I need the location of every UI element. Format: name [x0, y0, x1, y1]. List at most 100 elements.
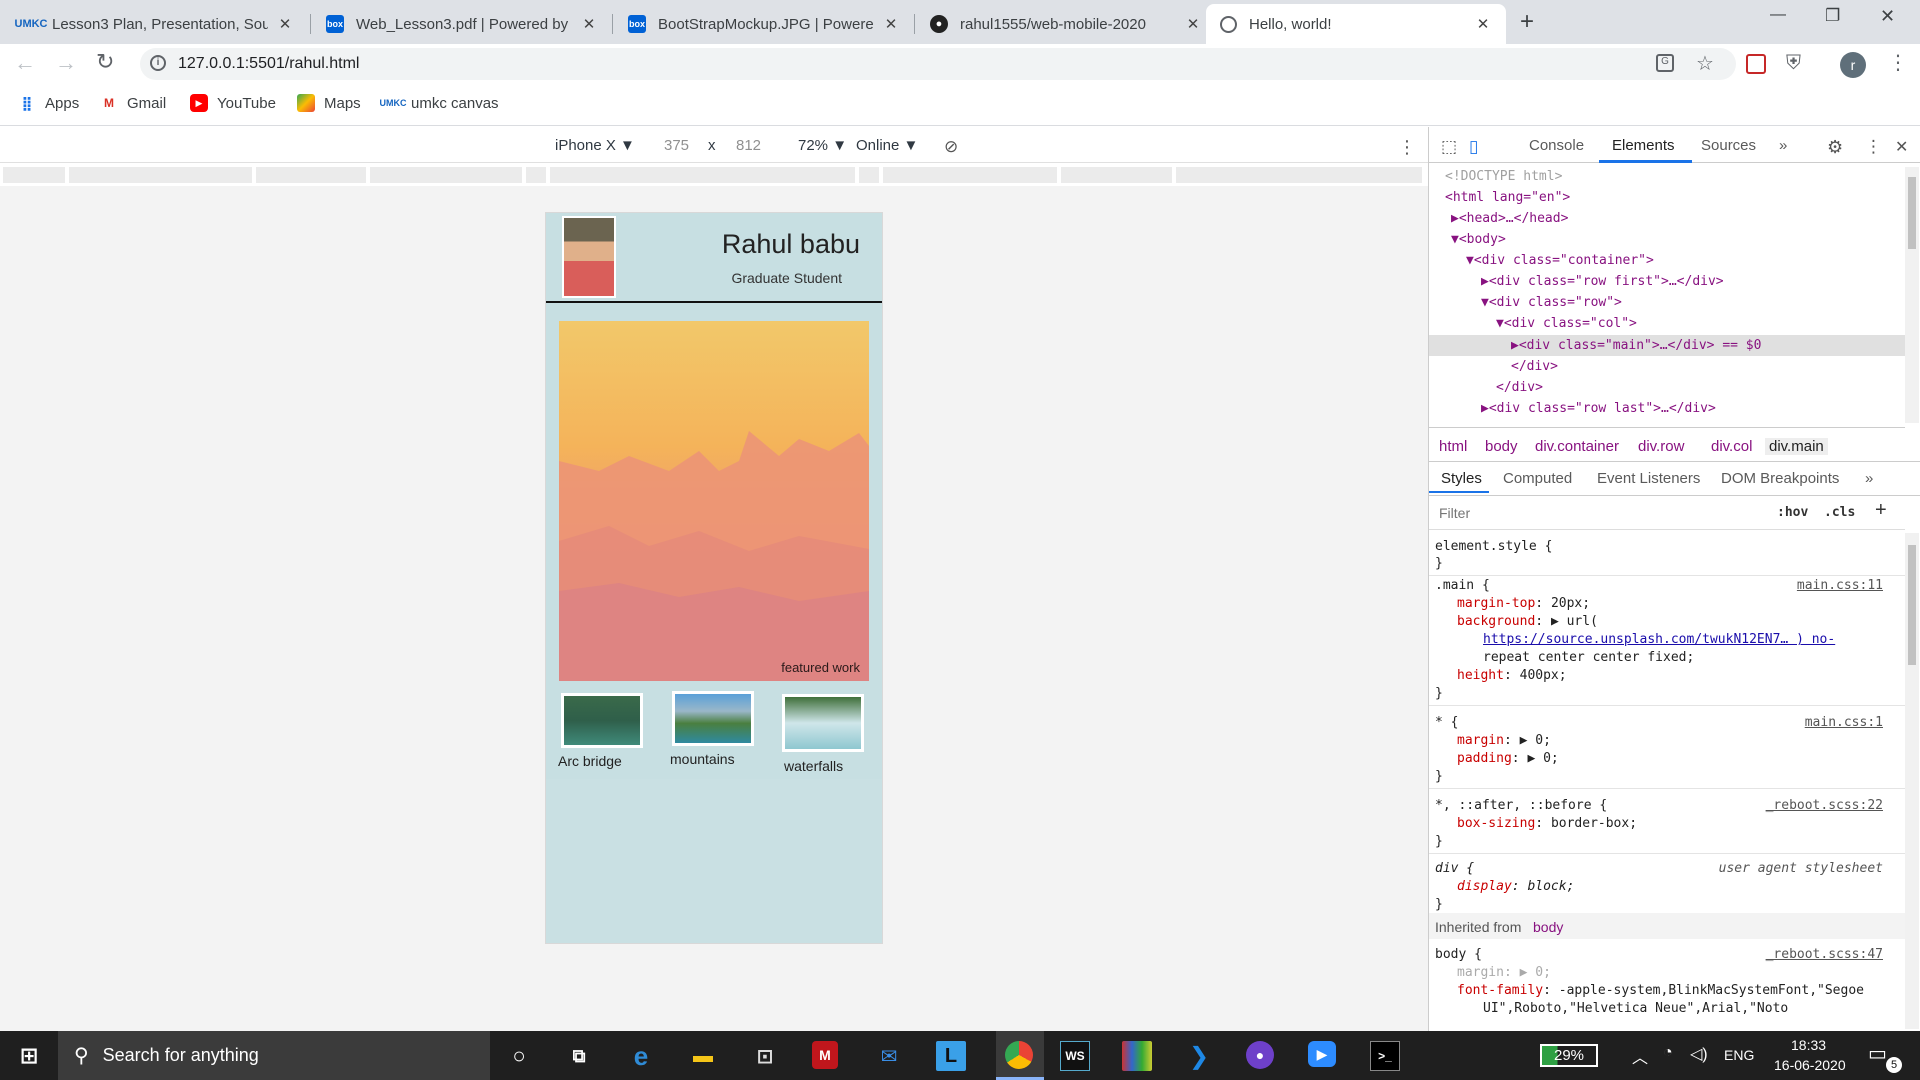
dom-node-selected[interactable]: ▶<div class="main">…</div> == $0: [1511, 338, 1761, 353]
dom-tree[interactable]: <!DOCTYPE html> <html lang="en"> ▶<head>…: [1429, 163, 1905, 433]
mcafee-extension-icon[interactable]: [1746, 54, 1766, 74]
main-css-source-link[interactable]: main.css:11: [1797, 578, 1883, 593]
dom-node[interactable]: ▼<div class="container">: [1466, 253, 1654, 268]
body-rule-selector[interactable]: body {: [1435, 947, 1482, 962]
reboot-source-link[interactable]: _reboot.scss:47: [1766, 947, 1883, 962]
tab-sources[interactable]: Sources: [1701, 137, 1756, 154]
window-close-button[interactable]: ✕: [1880, 6, 1895, 27]
tab-event-listeners[interactable]: Event Listeners: [1597, 470, 1700, 487]
minimize-button[interactable]: —: [1770, 6, 1786, 24]
more-tabs-button[interactable]: »: [1779, 137, 1787, 154]
tab-styles[interactable]: Styles: [1441, 470, 1482, 487]
dom-scrollbar[interactable]: [1905, 167, 1919, 423]
winrar-icon[interactable]: [1122, 1041, 1152, 1071]
styles-filter-input[interactable]: [1433, 500, 1763, 526]
device-width-input[interactable]: 375: [664, 137, 689, 154]
task-view-icon[interactable]: ⧉: [564, 1041, 594, 1071]
browser-tab[interactable]: UMKC Lesson3 Plan, Presentation, Sourc ✕: [8, 4, 308, 44]
tab-elements[interactable]: Elements: [1612, 137, 1675, 154]
language-indicator[interactable]: ENG: [1724, 1047, 1754, 1063]
main-rule-selector[interactable]: .main {: [1435, 578, 1490, 593]
bookmark-youtube[interactable]: ▶ YouTube: [190, 94, 276, 112]
tab-dom-breakpoints[interactable]: DOM Breakpoints: [1721, 470, 1839, 487]
webstorm-icon[interactable]: WS: [1060, 1041, 1090, 1071]
background-url-link[interactable]: https://source.unsplash.com/twukN12EN7… …: [1483, 632, 1835, 647]
battery-indicator[interactable]: 29%: [1540, 1044, 1598, 1067]
terminal-icon[interactable]: >_: [1370, 1041, 1400, 1071]
zoom-icon[interactable]: ▶: [1308, 1041, 1336, 1067]
file-explorer-icon[interactable]: ▬: [688, 1041, 718, 1071]
browser-tab[interactable]: ● rahul1555/web-mobile-2020 ✕: [916, 4, 1216, 44]
network-throttle-select[interactable]: Online ▼: [856, 137, 918, 154]
forward-button[interactable]: →: [55, 50, 77, 76]
browser-tab[interactable]: box BootStrapMockup.JPG | Powered ✕: [614, 4, 914, 44]
translate-icon[interactable]: G: [1656, 54, 1674, 72]
breadcrumb-item-selected[interactable]: div.main: [1765, 438, 1828, 455]
dom-node[interactable]: </div>: [1511, 359, 1558, 374]
info-icon[interactable]: i: [150, 55, 166, 71]
reboot-source-link[interactable]: _reboot.scss:22: [1766, 798, 1883, 813]
windows-start-icon[interactable]: ⊞: [14, 1041, 44, 1071]
rotate-icon[interactable]: ⊘: [944, 137, 958, 157]
new-style-rule-icon[interactable]: +: [1875, 499, 1887, 522]
hover-state-toggle[interactable]: :hov: [1777, 505, 1808, 520]
taskbar-search[interactable]: ⚲ Search for anything: [58, 1031, 490, 1080]
clock-date[interactable]: 16-06-2020: [1774, 1057, 1846, 1073]
dom-node[interactable]: ▶<div class="row last">…</div>: [1481, 401, 1716, 416]
address-bar[interactable]: i 127.0.0.1:5501/rahul.html G ☆: [140, 48, 1736, 80]
div-rule-selector[interactable]: div {: [1435, 861, 1474, 876]
vscode-icon[interactable]: ❯: [1184, 1041, 1214, 1071]
dom-node[interactable]: <html lang="en">: [1445, 190, 1570, 205]
class-toggle[interactable]: .cls: [1824, 505, 1855, 520]
element-style-rule[interactable]: element.style {: [1435, 539, 1552, 554]
bookmark-gmail[interactable]: M Gmail: [100, 94, 166, 112]
device-select[interactable]: iPhone X ▼: [555, 137, 635, 154]
mountains-thumbnail[interactable]: [672, 691, 754, 746]
waterfalls-thumbnail[interactable]: [782, 694, 864, 752]
shield-extension-icon[interactable]: ⛨: [1786, 52, 1801, 75]
dom-node[interactable]: ▼<div class="col">: [1496, 316, 1637, 331]
zoom-select[interactable]: 72% ▼: [798, 137, 847, 154]
clock-time[interactable]: 18:33: [1791, 1037, 1826, 1053]
new-tab-button[interactable]: +: [1520, 8, 1534, 36]
menu-kebab-icon[interactable]: ⋮: [1888, 50, 1908, 75]
dom-node[interactable]: </div>: [1496, 380, 1543, 395]
bookmark-maps[interactable]: Maps: [297, 94, 361, 112]
arc-bridge-thumbnail[interactable]: [561, 693, 643, 748]
bookmark-apps[interactable]: ⣿ Apps: [18, 94, 80, 112]
main-css-source-link[interactable]: main.css:1: [1805, 715, 1883, 730]
show-hidden-icons-icon[interactable]: ︿: [1632, 1044, 1648, 1068]
breadcrumb-item[interactable]: html: [1439, 438, 1467, 455]
profile-avatar[interactable]: r: [1840, 52, 1866, 78]
close-devtools-icon[interactable]: ✕: [1895, 137, 1908, 157]
device-height-input[interactable]: 812: [736, 137, 761, 154]
browser-tab-active[interactable]: Hello, world! ✕: [1206, 4, 1506, 44]
close-tab-icon[interactable]: ✕: [276, 15, 294, 33]
close-tab-icon[interactable]: ✕: [580, 15, 598, 33]
close-tab-icon[interactable]: ✕: [1474, 15, 1492, 33]
device-menu-kebab-icon[interactable]: ⋮: [1398, 137, 1416, 158]
dom-node[interactable]: ▼<div class="row">: [1481, 295, 1622, 310]
devtools-menu-kebab-icon[interactable]: ⋮: [1865, 137, 1882, 157]
wifi-icon[interactable]: ◔: [1663, 1044, 1673, 1062]
bookmark-umkc-canvas[interactable]: UMKC umkc canvas: [380, 94, 499, 112]
dom-node[interactable]: ▼<body>: [1451, 232, 1506, 247]
browser-tab[interactable]: box Web_Lesson3.pdf | Powered by B ✕: [312, 4, 612, 44]
breadcrumb-item[interactable]: div.col: [1711, 438, 1752, 455]
inspect-element-icon[interactable]: ⬚: [1441, 137, 1457, 157]
mail-icon[interactable]: ✉: [874, 1041, 904, 1071]
github-desktop-icon[interactable]: ●: [1246, 1041, 1274, 1069]
chrome-icon[interactable]: [1005, 1041, 1033, 1069]
back-button[interactable]: ←: [14, 50, 36, 76]
breadcrumb-item[interactable]: div.row: [1638, 438, 1684, 455]
dom-node[interactable]: <!DOCTYPE html>: [1445, 169, 1562, 184]
store-icon[interactable]: ⊡: [750, 1041, 780, 1071]
tab-console[interactable]: Console: [1529, 137, 1584, 154]
breadcrumb-item[interactable]: div.container: [1535, 438, 1619, 455]
close-tab-icon[interactable]: ✕: [882, 15, 900, 33]
universal-rule-selector[interactable]: * {: [1435, 715, 1458, 730]
dom-node[interactable]: ▶<head>…</head>: [1451, 211, 1568, 226]
settings-gear-icon[interactable]: ⚙: [1827, 137, 1843, 158]
volume-icon[interactable]: ◁): [1690, 1044, 1708, 1064]
bookmark-star-icon[interactable]: ☆: [1696, 51, 1714, 76]
